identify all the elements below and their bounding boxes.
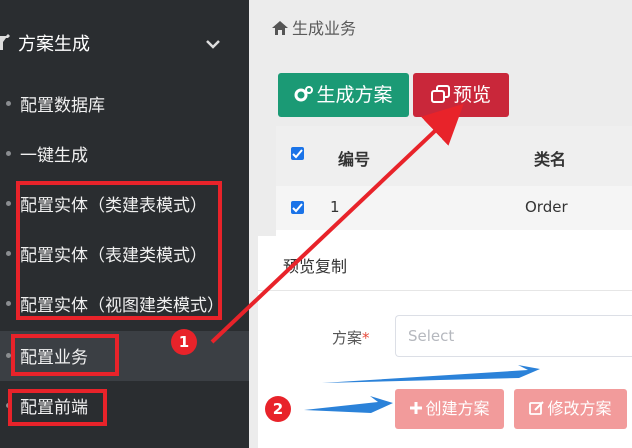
annotation-arrows (210, 103, 540, 413)
annotation-badge-1: 1 (171, 329, 197, 355)
annotation-badge-2: 2 (265, 396, 291, 422)
red-arrow (210, 103, 464, 344)
blue-arrow-top (322, 365, 540, 383)
blue-arrow-bottom (304, 396, 393, 413)
